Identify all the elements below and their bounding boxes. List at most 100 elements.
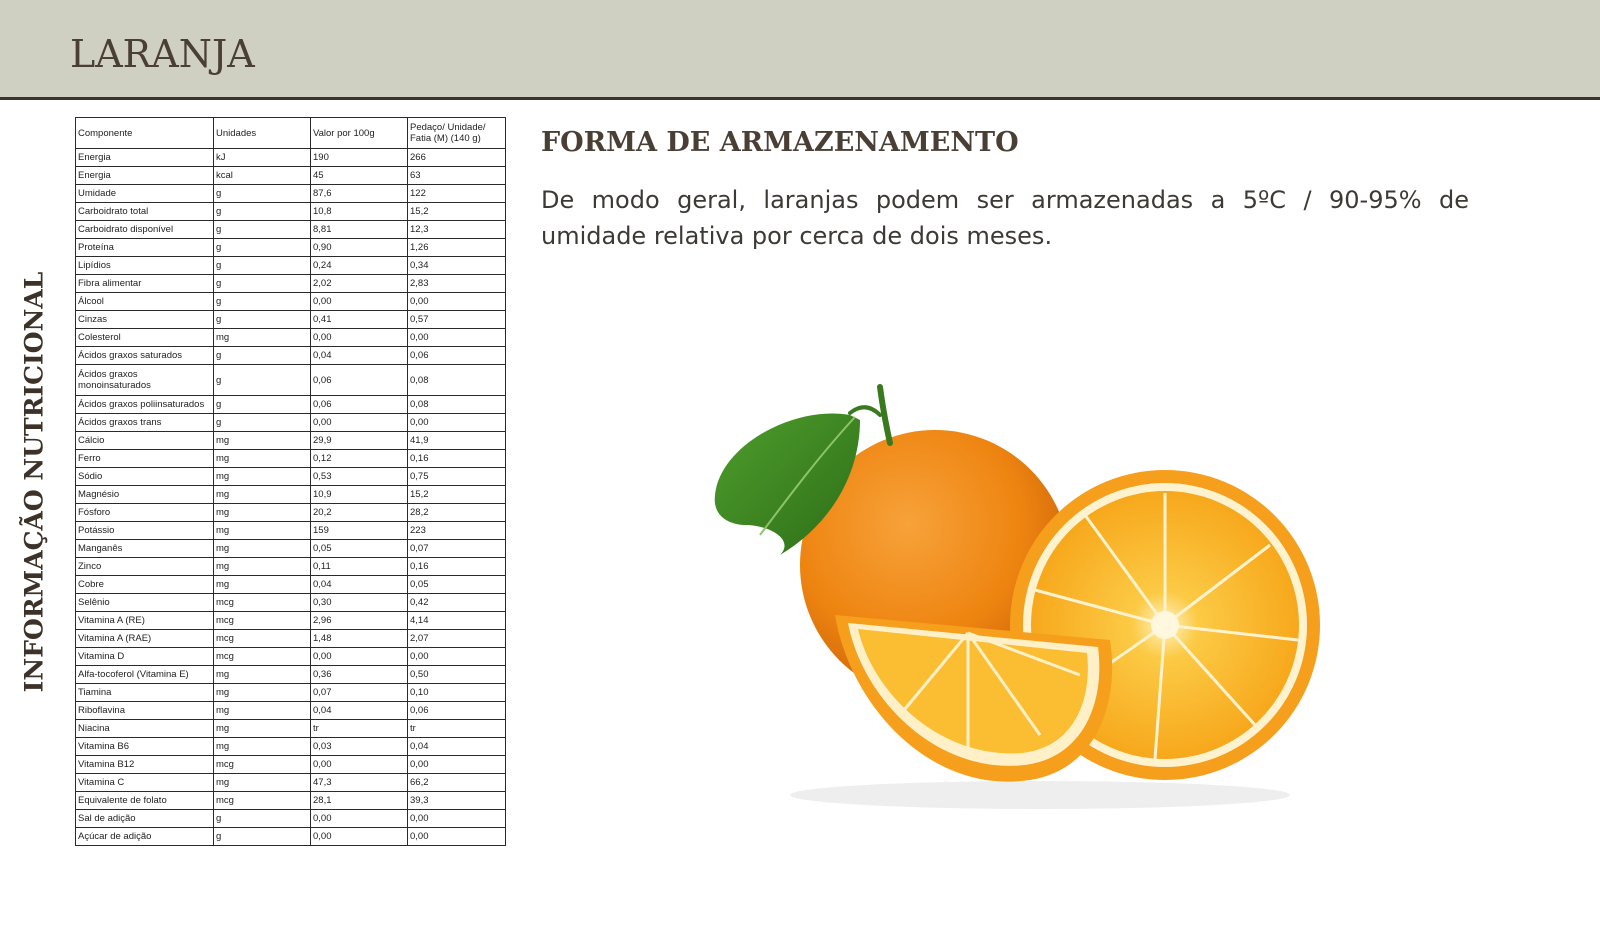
table-cell: 0,00 <box>310 755 408 774</box>
table-cell: 2,02 <box>310 274 408 293</box>
table-cell: 0,06 <box>310 395 408 414</box>
table-cell: 47,3 <box>310 773 408 792</box>
storage-text: De modo geral, laranjas podem ser armaze… <box>541 186 1469 250</box>
table-cell: Vitamina D <box>75 647 214 666</box>
table-row: Fósforo mg 20,2 28,2 <box>75 503 506 522</box>
table-cell: Ácidos graxos poliinsaturados <box>75 395 214 414</box>
table-cell: mg <box>213 683 311 702</box>
table-cell: Ferro <box>75 449 214 468</box>
table-row: Cinzas g 0,41 0,57 <box>75 310 506 329</box>
page-title: LARANJA <box>70 32 255 76</box>
table-cell: g <box>213 827 311 846</box>
table-cell: 8,81 <box>310 220 408 239</box>
table-cell: Ácidos graxos saturados <box>75 346 214 365</box>
table-cell: 0,06 <box>407 701 506 720</box>
table-cell: 0,08 <box>407 395 506 414</box>
table-cell: 0,00 <box>407 647 506 666</box>
table-cell: mcg <box>213 791 311 810</box>
table-cell: mg <box>213 328 311 347</box>
table-row: Vitamina B6 mg 0,03 0,04 <box>75 737 506 756</box>
table-cell: Energia <box>75 166 214 185</box>
table-row: Niacina mg tr tr <box>75 719 506 738</box>
table-cell: 20,2 <box>310 503 408 522</box>
table-cell: 2,07 <box>407 629 506 648</box>
table-row: Manganês mg 0,05 0,07 <box>75 539 506 558</box>
table-cell: Cobre <box>75 575 214 594</box>
table-cell: 1,26 <box>407 238 506 257</box>
table-cell: mcg <box>213 629 311 648</box>
table-cell: 0,07 <box>310 683 408 702</box>
oranges-image <box>714 384 1320 809</box>
table-row: Tiamina mg 0,07 0,10 <box>75 683 506 702</box>
table-cell: 0,00 <box>407 809 506 828</box>
table-cell: tr <box>407 719 506 738</box>
table-cell: 0,06 <box>310 364 408 396</box>
table-row: Potássio mg 159 223 <box>75 521 506 540</box>
table-row: Energia kcal 45 63 <box>75 166 506 185</box>
table-cell: Vitamina A (RAE) <box>75 629 214 648</box>
table-cell: Cinzas <box>75 310 214 329</box>
table-row: Ácidos graxos poliinsaturados g 0,06 0,08 <box>75 395 506 414</box>
table-row: Álcool g 0,00 0,00 <box>75 292 506 311</box>
table-cell: 0,57 <box>407 310 506 329</box>
table-header-row: Componente Unidades Valor por 100g Pedaço/ … <box>75 117 506 149</box>
table-cell: 4,14 <box>407 611 506 630</box>
table-cell: Componente <box>75 117 214 149</box>
table-cell: Carboidrato disponível <box>75 220 214 239</box>
table-cell: g <box>213 310 311 329</box>
table-cell: Potássio <box>75 521 214 540</box>
table-cell: 12,3 <box>407 220 506 239</box>
table-cell: 0,36 <box>310 665 408 684</box>
table-cell: 0,04 <box>310 575 408 594</box>
table-cell: 0,00 <box>407 292 506 311</box>
table-cell: 0,24 <box>310 256 408 275</box>
table-row: Carboidrato total g 10,8 15,2 <box>75 202 506 221</box>
table-cell: 66,2 <box>407 773 506 792</box>
table-row: Umidade g 87,6 122 <box>75 184 506 203</box>
table-cell: Manganês <box>75 539 214 558</box>
table-cell: 0,04 <box>310 701 408 720</box>
table-row: Selênio mcg 0,30 0,42 <box>75 593 506 612</box>
table-cell: 0,00 <box>310 413 408 432</box>
table-cell: kcal <box>213 166 311 185</box>
table-cell: 0,00 <box>407 328 506 347</box>
table-cell: g <box>213 184 311 203</box>
table-cell: 0,50 <box>407 665 506 684</box>
table-cell: Vitamina A (RE) <box>75 611 214 630</box>
table-cell: Ácidos graxos trans <box>75 413 214 432</box>
table-cell: 0,05 <box>310 539 408 558</box>
table-cell: Zinco <box>75 557 214 576</box>
table-cell: 0,06 <box>407 346 506 365</box>
table-cell: 223 <box>407 521 506 540</box>
table-row: Sal de adição g 0,00 0,00 <box>75 809 506 828</box>
table-cell: Colesterol <box>75 328 214 347</box>
table-cell: g <box>213 292 311 311</box>
table-cell: 0,75 <box>407 467 506 486</box>
table-cell: 0,90 <box>310 238 408 257</box>
table-cell: mg <box>213 485 311 504</box>
table-cell: 0,00 <box>310 292 408 311</box>
table-row: Sódio mg 0,53 0,75 <box>75 467 506 486</box>
table-cell: Proteína <box>75 238 214 257</box>
table-cell: 190 <box>310 148 408 167</box>
table-cell: Niacina <box>75 719 214 738</box>
table-cell: 0,04 <box>310 346 408 365</box>
table-cell: g <box>213 202 311 221</box>
table-cell: g <box>213 809 311 828</box>
table-row: Riboflavina mg 0,04 0,06 <box>75 701 506 720</box>
table-cell: mg <box>213 719 311 738</box>
table-cell: Sódio <box>75 467 214 486</box>
table-cell: 0,10 <box>407 683 506 702</box>
header-bar: LARANJA <box>0 0 1600 100</box>
table-cell: Sal de adição <box>75 809 214 828</box>
table-cell: Energia <box>75 148 214 167</box>
table-cell: g <box>213 364 311 396</box>
table-cell: mg <box>213 521 311 540</box>
table-cell: 41,9 <box>407 431 506 450</box>
table-row: Açúcar de adição g 0,00 0,00 <box>75 827 506 846</box>
table-cell: 0,03 <box>310 737 408 756</box>
table-cell: 0,00 <box>310 827 408 846</box>
table-row: Vitamina A (RE) mcg 2,96 4,14 <box>75 611 506 630</box>
table-cell: mcg <box>213 647 311 666</box>
table-cell: 15,2 <box>407 202 506 221</box>
